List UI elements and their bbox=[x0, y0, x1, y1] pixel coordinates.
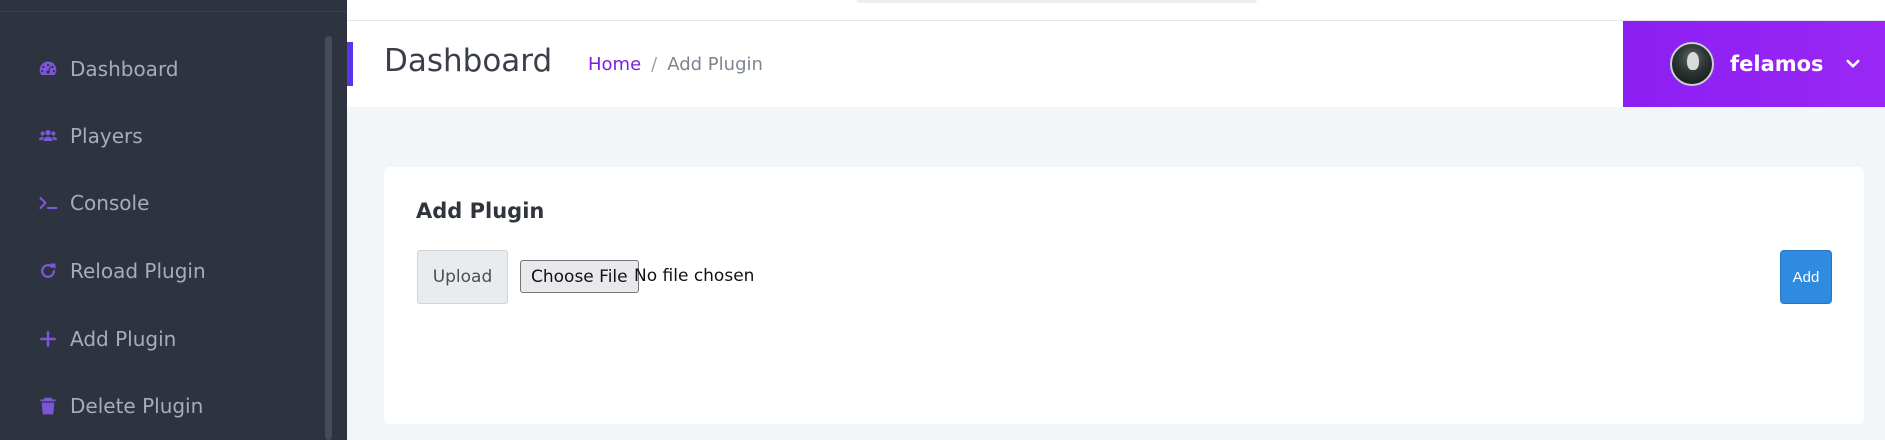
search-bar-edge bbox=[857, 0, 1257, 3]
sidebar-item-label: Players bbox=[70, 124, 143, 148]
username: felamos bbox=[1730, 52, 1824, 76]
sidebar-divider bbox=[0, 11, 347, 12]
sidebar-item-add-plugin[interactable]: Add Plugin bbox=[36, 324, 176, 354]
card-title: Add Plugin bbox=[416, 199, 545, 223]
sidebar: Dashboard Players Console Reload Plugin … bbox=[0, 0, 347, 440]
breadcrumb: Home / Add Plugin bbox=[588, 54, 763, 75]
page-title: Dashboard bbox=[384, 43, 553, 79]
user-menu[interactable]: felamos bbox=[1623, 21, 1885, 107]
avatar bbox=[1670, 42, 1714, 86]
users-icon bbox=[36, 124, 60, 148]
sidebar-item-delete-plugin[interactable]: Delete Plugin bbox=[36, 391, 203, 421]
sidebar-item-label: Reload Plugin bbox=[70, 259, 206, 283]
sidebar-item-console[interactable]: Console bbox=[36, 188, 149, 218]
sidebar-item-reload-plugin[interactable]: Reload Plugin bbox=[36, 256, 206, 286]
redo-icon bbox=[36, 259, 60, 283]
breadcrumb-separator: / bbox=[651, 54, 658, 75]
header-accent-bar bbox=[347, 42, 353, 86]
plus-icon bbox=[36, 327, 60, 351]
upload-label: Upload bbox=[417, 250, 508, 304]
sidebar-scrollbar[interactable] bbox=[325, 36, 332, 440]
chevron-down-icon[interactable] bbox=[1844, 55, 1862, 73]
breadcrumb-current: Add Plugin bbox=[667, 54, 763, 75]
sidebar-item-label: Dashboard bbox=[70, 57, 179, 81]
page-header: Dashboard Home / Add Plugin felamos bbox=[347, 21, 1885, 107]
sidebar-item-players[interactable]: Players bbox=[36, 121, 143, 151]
add-button[interactable]: Add bbox=[1780, 250, 1832, 304]
add-plugin-card: Add Plugin Upload Choose File No file ch… bbox=[384, 167, 1864, 424]
terminal-icon bbox=[36, 191, 60, 215]
sidebar-item-label: Console bbox=[70, 191, 150, 215]
sidebar-item-label: Add Plugin bbox=[70, 327, 177, 351]
breadcrumb-home-link[interactable]: Home bbox=[588, 54, 641, 75]
choose-file-button[interactable]: Choose File bbox=[520, 260, 639, 293]
tachometer-icon bbox=[36, 57, 60, 81]
top-bar bbox=[347, 0, 1885, 21]
sidebar-item-dashboard[interactable]: Dashboard bbox=[36, 54, 179, 84]
sidebar-item-label: Delete Plugin bbox=[70, 394, 204, 418]
trash-icon bbox=[36, 394, 60, 418]
file-status: No file chosen bbox=[634, 266, 755, 286]
